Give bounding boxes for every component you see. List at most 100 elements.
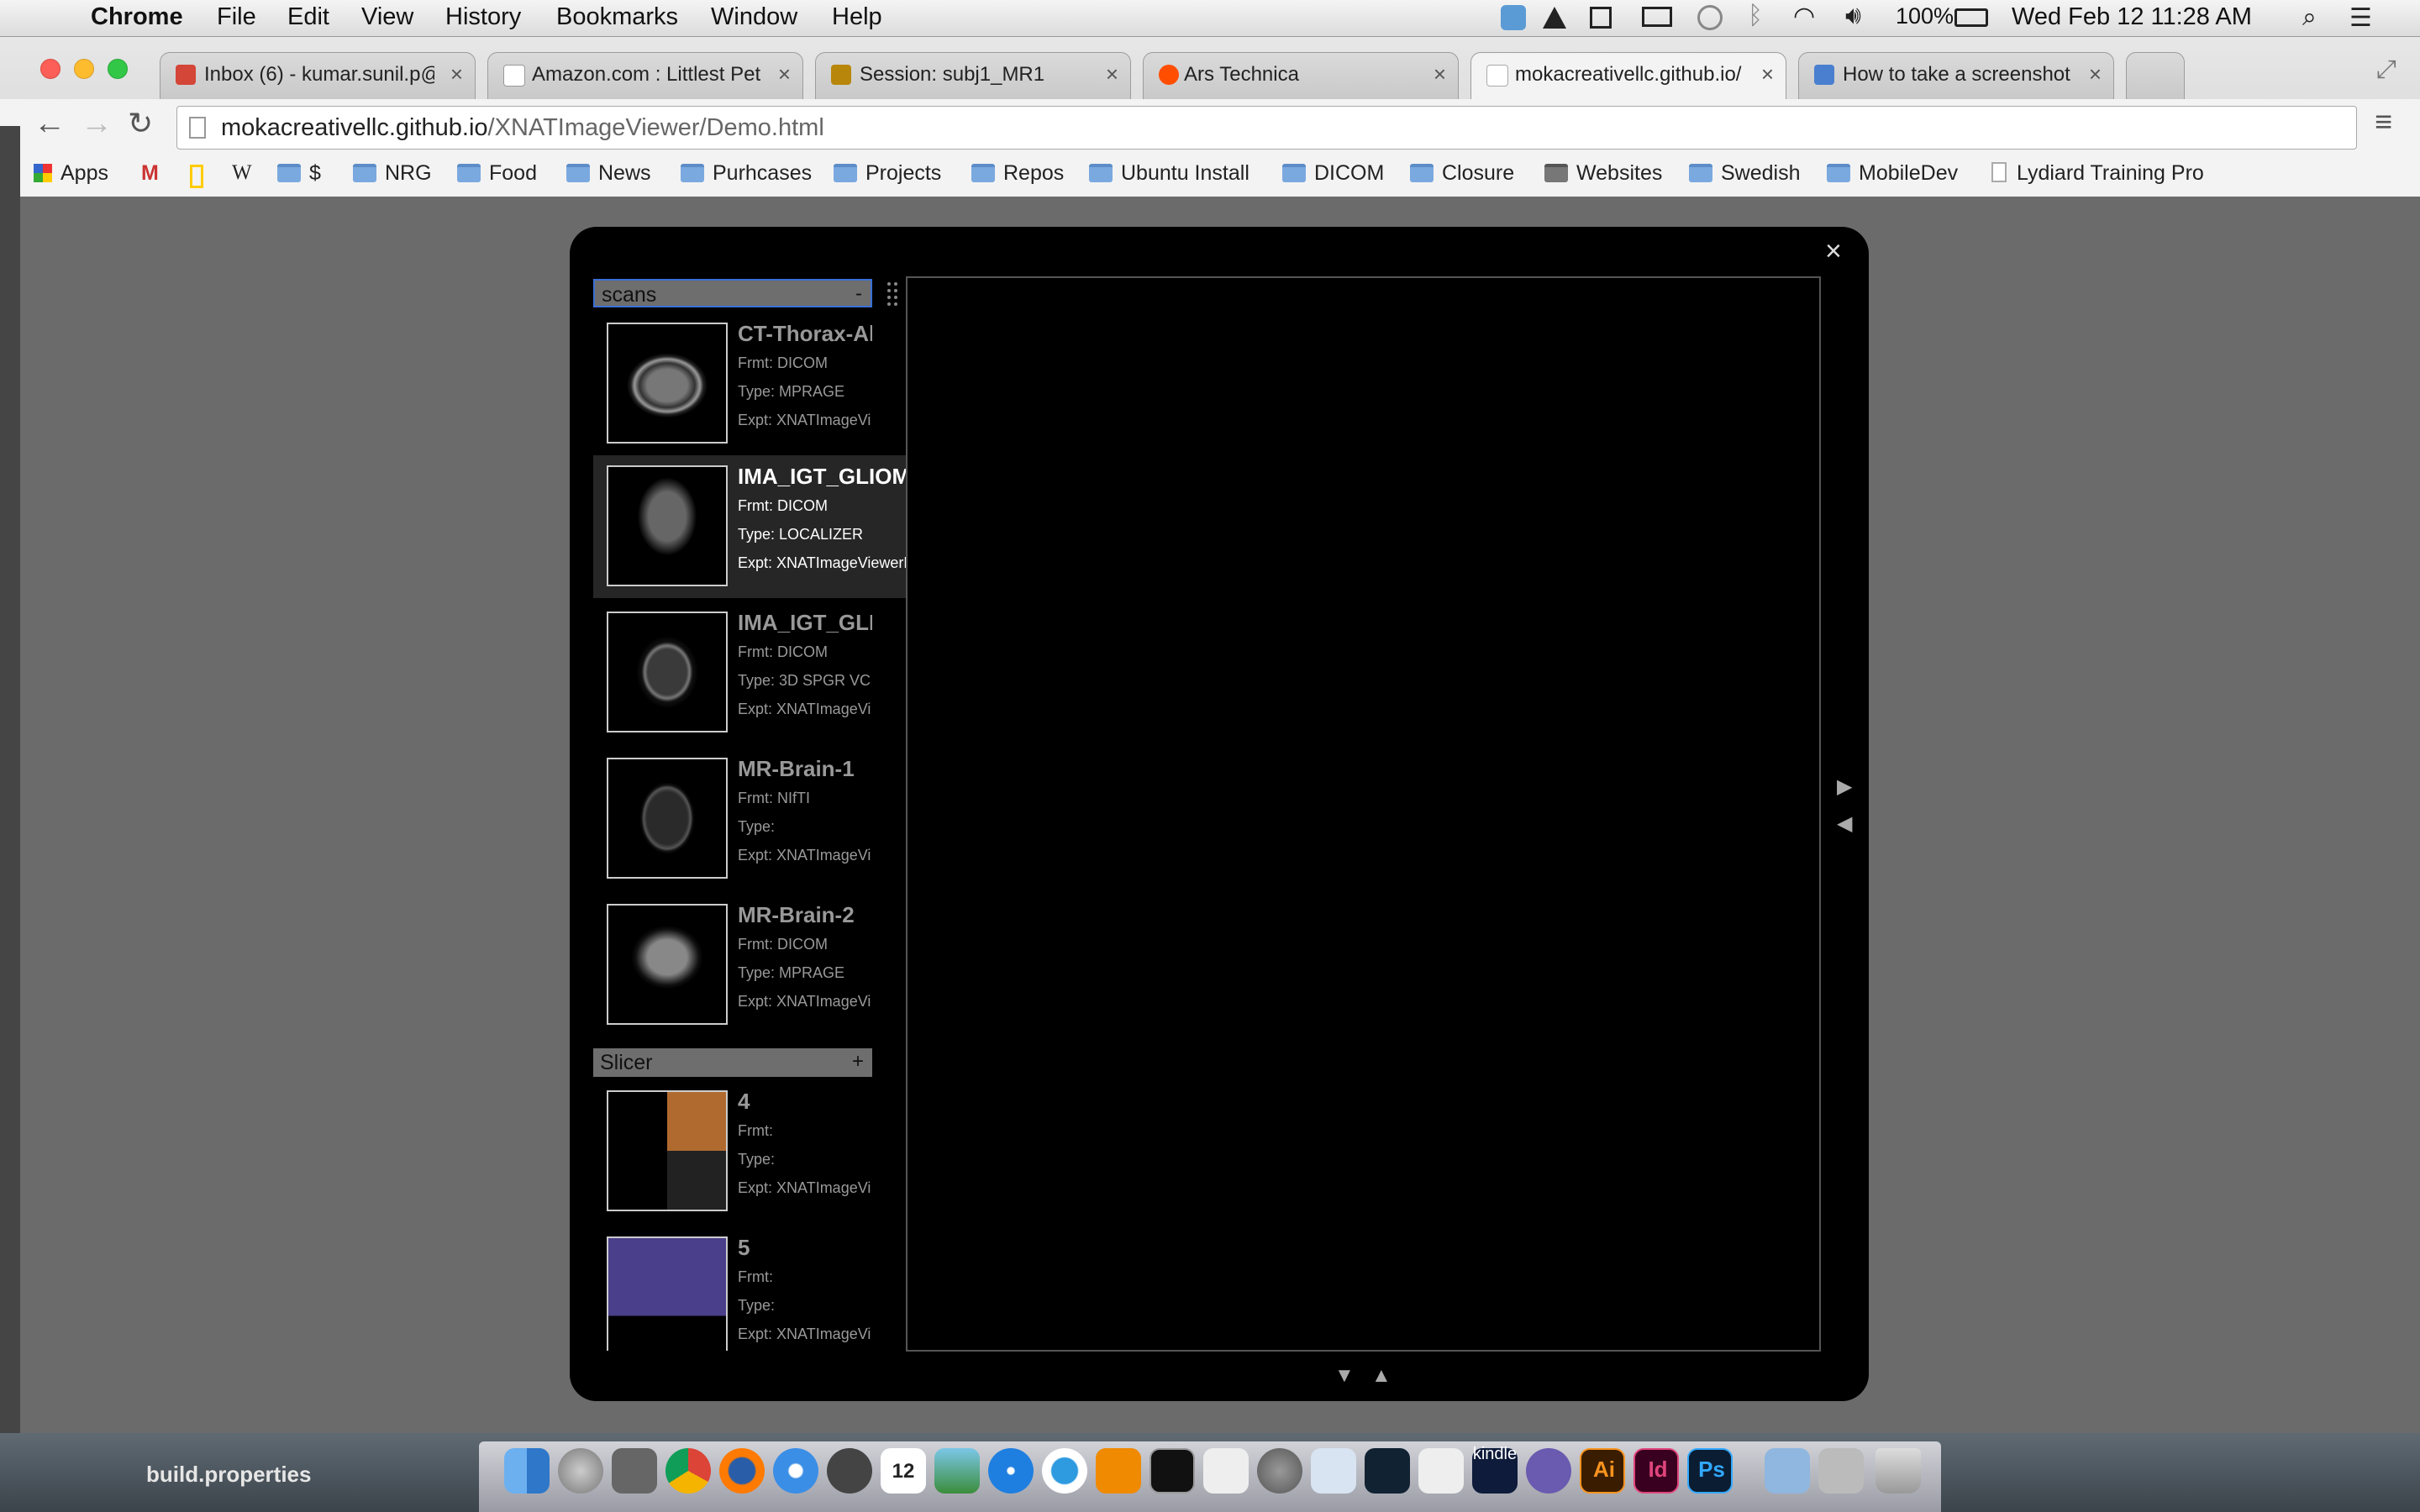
itunes-icon[interactable]: [1042, 1448, 1087, 1494]
firefox-icon[interactable]: [719, 1448, 765, 1494]
expand-down-icon[interactable]: ▼: [1334, 1364, 1355, 1388]
bookmark-nrg[interactable]: NRG: [353, 161, 432, 186]
bookmark-mobiledev[interactable]: MobileDev: [1827, 161, 1958, 186]
bookmark-food[interactable]: Food: [457, 161, 537, 186]
mission-control-icon[interactable]: [612, 1448, 657, 1494]
dropbox-icon[interactable]: [1501, 5, 1526, 30]
tab-close-icon[interactable]: ×: [1106, 61, 1118, 87]
address-bar[interactable]: mokacreativellc.github.io/XNATImageViewe…: [176, 106, 2357, 150]
calendar-icon[interactable]: 12: [881, 1448, 926, 1494]
menu-window[interactable]: Window: [711, 3, 797, 31]
new-tab-button[interactable]: [2126, 52, 2185, 99]
drag-handle-icon[interactable]: [887, 282, 899, 307]
finder-icon[interactable]: [504, 1448, 550, 1494]
tab-gmail[interactable]: Inbox (6) - kumar.sunil.p@ ×: [160, 52, 476, 99]
safari-icon[interactable]: [773, 1448, 818, 1494]
back-icon[interactable]: ←: [34, 106, 66, 142]
volume-icon[interactable]: 🔊︎: [1845, 2, 1861, 30]
bookmark-news[interactable]: News: [566, 161, 651, 186]
scan-thumbnail-item[interactable]: IMA_IGT_GLI Frmt: DICOM Type: 3D SPGR VC…: [593, 601, 872, 744]
java-icon[interactable]: [1418, 1448, 1464, 1494]
terminal-icon[interactable]: [1150, 1448, 1195, 1494]
menu-edit[interactable]: Edit: [287, 3, 329, 31]
battery-icon[interactable]: [1954, 8, 1988, 27]
bookmark-projects[interactable]: Projects: [834, 161, 941, 186]
modal-close-button[interactable]: ×: [1825, 235, 1842, 268]
photos-icon[interactable]: [934, 1448, 980, 1494]
tab-close-icon[interactable]: ×: [778, 61, 791, 87]
national-geographic-icon[interactable]: [190, 165, 203, 188]
tab-close-icon[interactable]: ×: [1434, 61, 1446, 87]
slicer-scene-item[interactable]: 4 Frmt: Type: Expt: XNATImageVi: [593, 1080, 872, 1223]
forward-icon[interactable]: →: [81, 106, 113, 142]
wifi-icon[interactable]: ◠: [1793, 2, 1815, 31]
tab-session[interactable]: Session: subj1_MR1 ×: [815, 52, 1131, 99]
bookmark-apps[interactable]: Apps: [34, 161, 108, 186]
kindle-icon[interactable]: kindle: [1472, 1445, 1518, 1494]
expand-right-icon[interactable]: ▶: [1837, 774, 1852, 799]
gmail-bookmark-icon[interactable]: M: [141, 161, 159, 186]
menu-help[interactable]: Help: [832, 3, 882, 31]
menu-bookmarks[interactable]: Bookmarks: [556, 3, 678, 31]
menu-chrome[interactable]: Chrome: [91, 3, 183, 31]
slicer-section-header[interactable]: Slicer +: [593, 1048, 872, 1077]
chrome-menu-icon[interactable]: ≡: [2375, 104, 2392, 139]
ibooks-icon[interactable]: [1096, 1448, 1141, 1494]
eclipse-icon[interactable]: [1526, 1448, 1571, 1494]
bookmark-websites[interactable]: Websites: [1544, 161, 1662, 186]
app-store-icon[interactable]: [988, 1448, 1034, 1494]
scan-thumbnail-item[interactable]: MR-Brain-2 Frmt: DICOM Type: MPRAGE Expt…: [593, 894, 872, 1037]
facetime-camera-icon[interactable]: [827, 1448, 872, 1494]
collapse-toggle[interactable]: -: [855, 282, 862, 306]
bookmark-dollar[interactable]: $: [277, 161, 321, 186]
time-machine-icon[interactable]: [1697, 5, 1723, 30]
trash-icon[interactable]: [1876, 1448, 1921, 1494]
scans-section-header[interactable]: scans -: [593, 279, 872, 307]
bookmark-ubuntu-install[interactable]: Ubuntu Install: [1089, 161, 1249, 186]
reload-icon[interactable]: ↻: [128, 106, 153, 141]
wikipedia-icon[interactable]: W: [232, 161, 252, 185]
screen-icon[interactable]: [1590, 7, 1612, 29]
chrome-icon[interactable]: [666, 1448, 711, 1494]
bluetooth-icon[interactable]: ᛒ: [1748, 2, 1763, 30]
scan-thumbnail-item[interactable]: MR-Brain-1 Frmt: NIfTI Type: Expt: XNATI…: [593, 748, 872, 890]
bookmark-lydiard[interactable]: Lydiard Training Pro: [1991, 161, 2218, 186]
bookmark-repos[interactable]: Repos: [971, 161, 1064, 186]
menu-history[interactable]: History: [445, 3, 521, 31]
tab-amazon[interactable]: Amazon.com : Littlest Pet S ×: [487, 52, 803, 99]
scan-thumbnail-item[interactable]: CT-Thorax-Al Frmt: DICOM Type: MPRAGE Ex…: [593, 312, 872, 455]
image-viewer-panel[interactable]: [906, 276, 1821, 1352]
clock[interactable]: Wed Feb 12 11:28 AM: [2012, 3, 2252, 31]
bookmark-dicom[interactable]: DICOM: [1282, 161, 1384, 186]
preview-icon[interactable]: [1311, 1448, 1356, 1494]
tab-close-icon[interactable]: ×: [450, 61, 463, 87]
bookmark-closure[interactable]: Closure: [1410, 161, 1514, 186]
indesign-icon[interactable]: Id: [1634, 1448, 1679, 1494]
notification-center-icon[interactable]: ☰: [2349, 3, 2372, 33]
close-window-button[interactable]: [40, 59, 60, 79]
tab-screenshot[interactable]: How to take a screenshot ×: [1798, 52, 2114, 99]
menu-file[interactable]: File: [217, 3, 256, 31]
fullscreen-icon[interactable]: ⤢: [2376, 55, 2396, 84]
menu-view[interactable]: View: [361, 3, 413, 31]
expand-toggle[interactable]: +: [852, 1050, 864, 1074]
activity-monitor-icon[interactable]: [1365, 1448, 1410, 1494]
desktop-file-label[interactable]: build.properties: [146, 1462, 311, 1488]
text-editor-icon[interactable]: [1203, 1448, 1249, 1494]
url-text[interactable]: mokacreativellc.github.io/XNATImageViewe…: [221, 114, 824, 142]
tab-close-icon[interactable]: ×: [1761, 61, 1774, 87]
photoshop-icon[interactable]: Ps: [1687, 1448, 1733, 1494]
applications-folder-icon[interactable]: [1765, 1448, 1810, 1494]
zoom-window-button[interactable]: [108, 59, 128, 79]
tab-ars-technica[interactable]: Ars Technica ×: [1143, 52, 1459, 99]
bookmark-swedish[interactable]: Swedish: [1689, 161, 1801, 186]
illustrator-icon[interactable]: Ai: [1580, 1448, 1625, 1494]
airplay-icon[interactable]: [1642, 7, 1672, 27]
collapse-up-icon[interactable]: ▲: [1371, 1364, 1392, 1388]
minimize-window-button[interactable]: [74, 59, 94, 79]
drive-icon[interactable]: [1543, 7, 1566, 29]
collapse-left-icon[interactable]: ◀: [1837, 811, 1852, 836]
slicer-scene-item[interactable]: 5 Frmt: Type: Expt: XNATImageVi: [593, 1226, 872, 1351]
tab-xnat-demo[interactable]: mokacreativellc.github.io/ ×: [1470, 52, 1786, 99]
downloads-stack-icon[interactable]: [1818, 1448, 1864, 1494]
